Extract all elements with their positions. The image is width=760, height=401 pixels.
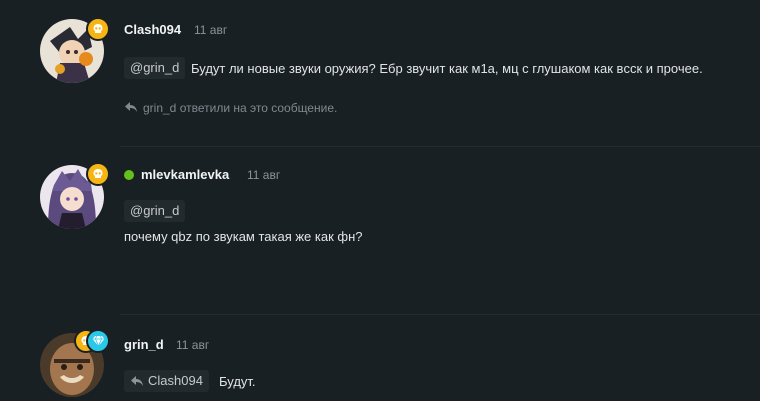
skull-icon (93, 169, 103, 178)
timestamp[interactable]: 11 авг (247, 168, 280, 182)
online-status-dot (124, 170, 134, 180)
rank-badge (86, 162, 110, 186)
username[interactable]: mlevkamlevka (141, 167, 229, 182)
mention-tag[interactable]: @grin_d (124, 200, 186, 222)
comment-post: mlevkamlevka 11 авг @grin_d почему qbz п… (0, 147, 760, 315)
skull-icon (93, 24, 103, 33)
rank-badge (86, 329, 110, 353)
timestamp[interactable]: 11 авг (176, 338, 209, 352)
message-text: почему qbz по звукам такая же как фн? (124, 229, 363, 244)
quote-reply-tag[interactable]: Clash094 (124, 370, 209, 392)
reply-icon (131, 376, 143, 386)
timestamp[interactable]: 11 авг (194, 23, 227, 37)
username[interactable]: Clash094 (124, 22, 181, 37)
reply-icon (125, 102, 137, 112)
message-text: Будут. (219, 374, 256, 389)
comment-post: Clash094 11 авг @grin_d Будут ли новые з… (0, 0, 760, 146)
mention-tag[interactable]: @grin_d (124, 57, 186, 79)
quoted-username[interactable]: Clash094 (148, 373, 203, 388)
rank-badge (86, 17, 110, 41)
comments-feed: Clash094 11 авг @grin_d Будут ли новые з… (0, 0, 760, 401)
username[interactable]: grin_d (124, 337, 164, 352)
diamond-icon (92, 335, 104, 347)
comment-post: grin_d 11 авг Clash094 Будут. (0, 315, 760, 401)
message-text: Будут ли новые звуки оружия? Ебр звучит … (191, 61, 703, 76)
reply-notice[interactable]: grin_d ответили на это сообщение. (143, 101, 337, 115)
